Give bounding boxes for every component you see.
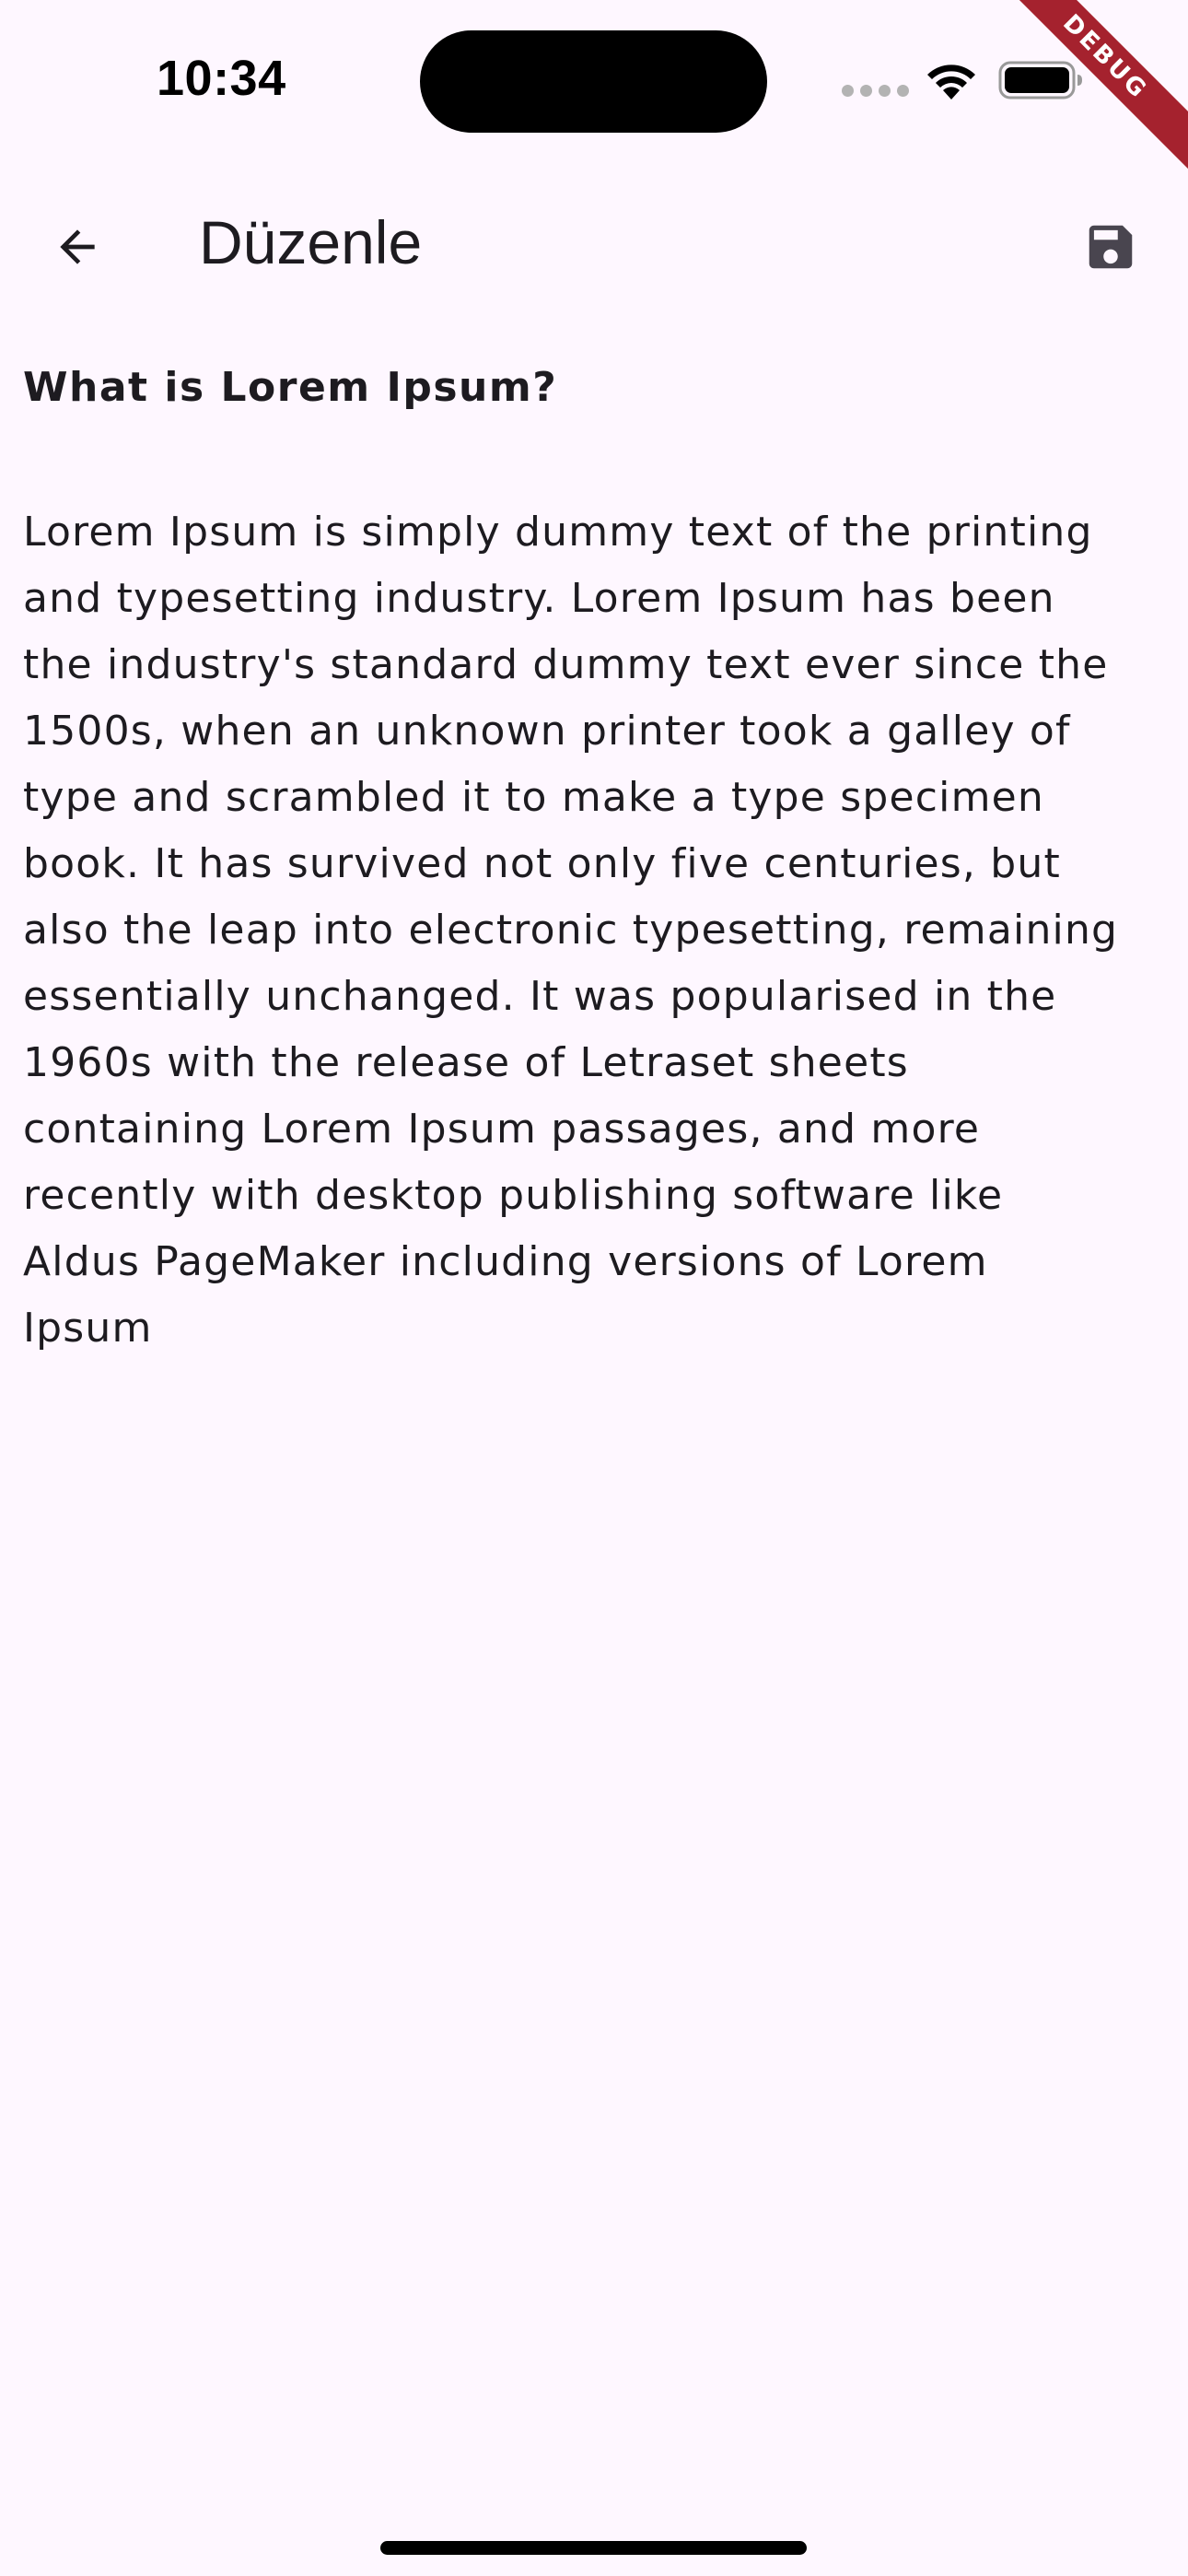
note-body-field[interactable]: Lorem Ipsum is simply dummy text of the … — [23, 499, 1165, 1362]
save-icon — [1089, 225, 1133, 269]
battery-icon — [998, 61, 1082, 100]
dynamic-island — [420, 30, 767, 133]
note-title-field[interactable]: What is Lorem Ipsum? — [23, 359, 1165, 416]
status-time: 10:34 — [157, 51, 286, 106]
note-content[interactable]: What is Lorem Ipsum? Lorem Ipsum is simp… — [23, 359, 1165, 1362]
arrow-back-icon — [60, 229, 95, 264]
status-bar: 10:34 — [0, 0, 1188, 157]
wifi-icon — [927, 64, 975, 100]
note-edit-screen: 10:34 DEBUG Düzenle What is Lorem Ipsum?… — [0, 0, 1188, 2576]
home-indicator[interactable] — [380, 2541, 807, 2555]
back-button[interactable] — [31, 201, 123, 293]
cellular-signal-icon — [842, 85, 909, 97]
app-bar: Düzenle — [0, 175, 1188, 304]
save-button[interactable] — [1065, 201, 1157, 293]
page-title: Düzenle — [199, 208, 423, 276]
